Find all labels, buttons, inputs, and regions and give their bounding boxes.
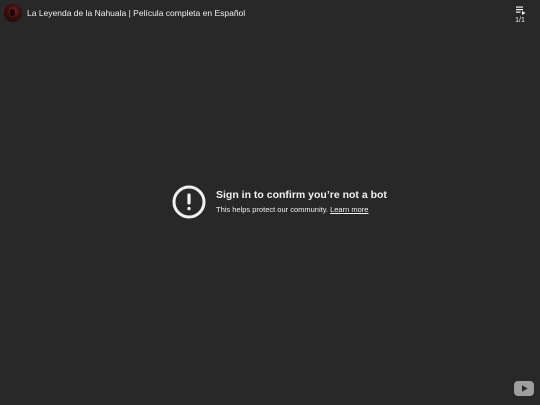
learn-more-link[interactable]: Learn more — [330, 205, 368, 214]
playlist-button[interactable]: 1/1 — [512, 6, 528, 26]
youtube-logo-icon[interactable] — [514, 381, 534, 396]
playlist-icon — [516, 6, 526, 15]
error-message-text: This helps protect our community. — [216, 205, 328, 214]
channel-avatar[interactable] — [4, 4, 22, 22]
error-heading: Sign in to confirm you’re not a bot — [216, 189, 387, 201]
error-message: This helps protect our community. Learn … — [216, 205, 368, 215]
exclamation-circle-icon — [172, 185, 206, 219]
playlist-count: 1/1 — [515, 17, 525, 24]
bot-check-message: Sign in to confirm you’re not a bot This… — [172, 185, 412, 221]
video-title[interactable]: La Leyenda de la Nahuala | Película comp… — [27, 8, 245, 19]
player-top-bar: La Leyenda de la Nahuala | Película comp… — [0, 0, 540, 30]
video-player: La Leyenda de la Nahuala | Película comp… — [0, 0, 540, 405]
